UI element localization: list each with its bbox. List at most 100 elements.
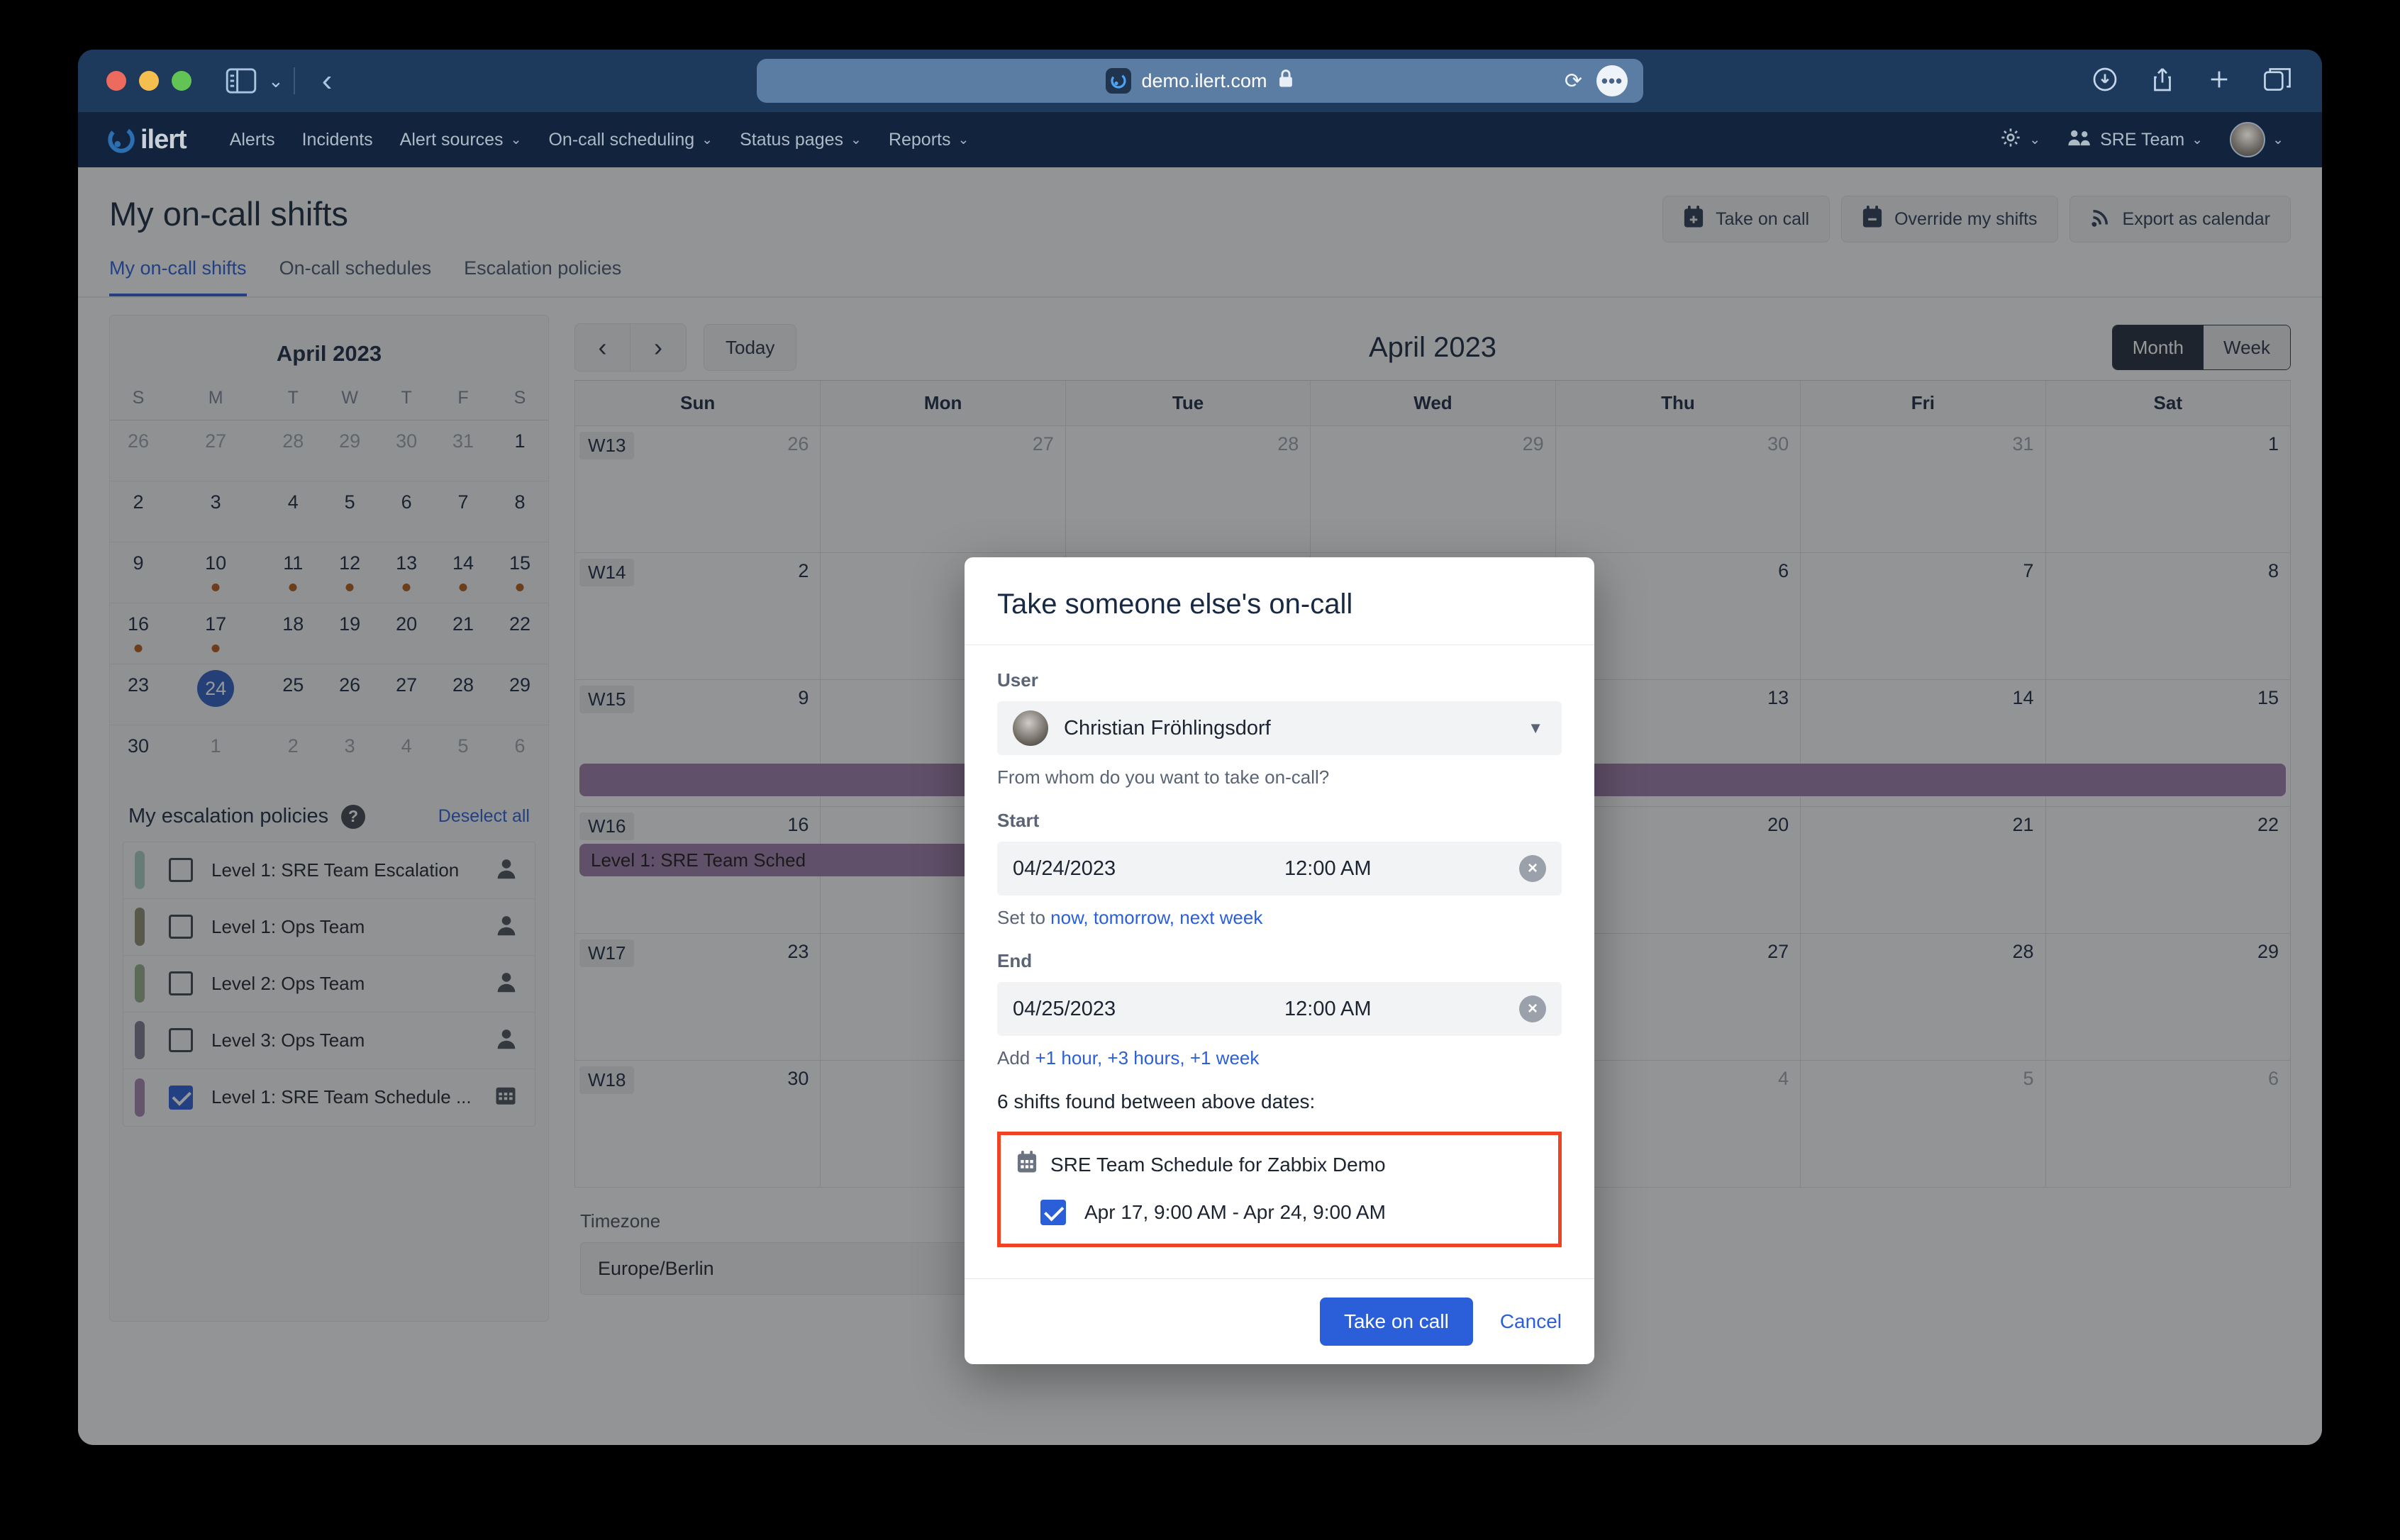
deselect-all-link[interactable]: Deselect all bbox=[438, 806, 530, 827]
calendar-day-cell[interactable]: 28 bbox=[1065, 426, 1310, 552]
nav-item-alert-sources[interactable]: Alert sources ⌄ bbox=[387, 112, 535, 167]
mini-calendar-day[interactable]: 28 bbox=[265, 420, 322, 481]
policy-checkbox[interactable] bbox=[169, 915, 193, 939]
nav-item-incidents[interactable]: Incidents bbox=[289, 112, 387, 167]
team-selector[interactable]: SRE Team ⌄ bbox=[2057, 128, 2213, 152]
chevron-right-icon[interactable]: › bbox=[630, 324, 686, 371]
more-options-icon[interactable]: ••• bbox=[1596, 65, 1628, 96]
policy-checkbox[interactable] bbox=[169, 971, 193, 995]
mini-calendar-day[interactable]: 5 bbox=[321, 481, 379, 542]
settings-menu[interactable]: ⌄ bbox=[1989, 126, 2050, 154]
take-on-call-button[interactable]: Take on call bbox=[1662, 196, 1830, 242]
mini-calendar-day[interactable]: 20 bbox=[378, 603, 435, 664]
back-chevron-icon[interactable]: ‹ bbox=[322, 65, 333, 96]
mini-calendar-day[interactable]: 3 bbox=[321, 725, 379, 786]
mini-calendar-day[interactable]: 22 bbox=[491, 603, 548, 664]
calendar-day-cell[interactable]: 1 bbox=[2045, 426, 2290, 552]
calendar-day-cell[interactable]: 7 bbox=[1800, 553, 2045, 679]
maximize-window-button[interactable] bbox=[172, 71, 191, 91]
tab-overview-icon[interactable] bbox=[2264, 67, 2291, 95]
share-icon[interactable] bbox=[2150, 67, 2174, 96]
mini-calendar-day[interactable]: 28 bbox=[435, 664, 492, 725]
sidebar-toggle-icon[interactable] bbox=[226, 68, 257, 94]
mini-calendar-day[interactable]: 26 bbox=[321, 664, 379, 725]
mini-calendar-day[interactable]: 4 bbox=[265, 481, 322, 542]
mini-calendar-day[interactable]: 17 bbox=[166, 603, 265, 664]
set-tomorrow-link[interactable]: tomorrow, bbox=[1094, 907, 1174, 928]
mini-calendar-day[interactable]: 30 bbox=[110, 725, 167, 786]
mini-calendar-day[interactable]: 2 bbox=[110, 481, 167, 542]
escalation-policy-row[interactable]: Level 2: Ops Team bbox=[123, 956, 535, 1012]
shift-checkbox[interactable] bbox=[1040, 1200, 1066, 1225]
mini-calendar-day[interactable]: 5 bbox=[435, 725, 492, 786]
escalation-policy-row[interactable]: Level 1: SRE Team Schedule ... bbox=[123, 1069, 535, 1126]
end-datetime-input[interactable]: 04/25/2023 12:00 AM × bbox=[997, 982, 1562, 1036]
browser-toolbar-right[interactable] bbox=[2092, 67, 2291, 96]
chevron-left-icon[interactable]: ‹ bbox=[575, 324, 630, 371]
view-week-button[interactable]: Week bbox=[2204, 325, 2290, 369]
calendar-day-cell[interactable]: 28 bbox=[1800, 934, 2045, 1060]
calendar-day-cell[interactable]: 5 bbox=[1800, 1061, 2045, 1187]
address-bar-actions[interactable]: ⟳ ••• bbox=[1565, 65, 1628, 96]
mini-calendar-day[interactable]: 2 bbox=[265, 725, 322, 786]
start-datetime-input[interactable]: 04/24/2023 12:00 AM × bbox=[997, 842, 1562, 895]
add-one-hour-link[interactable]: +1 hour, bbox=[1035, 1047, 1103, 1068]
export-as-calendar-button[interactable]: Export as calendar bbox=[2069, 196, 2291, 242]
mini-calendar-day[interactable]: 3 bbox=[166, 481, 265, 542]
mini-calendar-day[interactable]: 9 bbox=[110, 542, 167, 603]
confirm-take-on-call-button[interactable]: Take on call bbox=[1319, 1298, 1473, 1346]
calendar-day-cell[interactable]: 8 bbox=[2045, 553, 2290, 679]
calendar-day-cell[interactable]: 21 bbox=[1800, 807, 2045, 933]
tab-on-call-schedules[interactable]: On-call schedules bbox=[279, 257, 432, 296]
mini-calendar-day[interactable]: 23 bbox=[110, 664, 167, 725]
escalation-policy-row[interactable]: Level 1: SRE Team Escalation bbox=[123, 842, 535, 899]
mini-calendar-day[interactable]: 24 bbox=[166, 664, 265, 725]
plus-icon[interactable] bbox=[2207, 67, 2231, 95]
mini-calendar-day[interactable]: 27 bbox=[378, 664, 435, 725]
nav-item-status-pages[interactable]: Status pages ⌄ bbox=[726, 112, 875, 167]
policy-checkbox[interactable] bbox=[169, 858, 193, 882]
mini-calendar-day[interactable]: 18 bbox=[265, 603, 322, 664]
escalation-policy-row[interactable]: Level 1: Ops Team bbox=[123, 899, 535, 956]
mini-calendar-day[interactable]: 31 bbox=[435, 420, 492, 481]
override-my-shifts-button[interactable]: Override my shifts bbox=[1841, 196, 2058, 242]
mini-calendar-day[interactable]: 7 bbox=[435, 481, 492, 542]
window-controls[interactable] bbox=[106, 71, 191, 91]
mini-calendar-day[interactable]: 19 bbox=[321, 603, 379, 664]
policy-checkbox[interactable] bbox=[169, 1028, 193, 1052]
today-button[interactable]: Today bbox=[704, 324, 797, 371]
mini-calendar-day[interactable]: 29 bbox=[491, 664, 548, 725]
help-question-icon[interactable]: ? bbox=[341, 804, 366, 829]
nav-item-alerts[interactable]: Alerts bbox=[216, 112, 289, 167]
nav-item-reports[interactable]: Reports ⌄ bbox=[875, 112, 982, 167]
nav-item-on-call-scheduling[interactable]: On-call scheduling ⌄ bbox=[535, 112, 726, 167]
escalation-policy-row[interactable]: Level 3: Ops Team bbox=[123, 1012, 535, 1069]
mini-calendar-day[interactable]: 21 bbox=[435, 603, 492, 664]
close-window-button[interactable] bbox=[106, 71, 126, 91]
calendar-day-cell[interactable]: 29 bbox=[1310, 426, 1555, 552]
clear-start-icon[interactable]: × bbox=[1519, 855, 1546, 882]
mini-calendar-day[interactable]: 10 bbox=[166, 542, 265, 603]
view-month-button[interactable]: Month bbox=[2112, 325, 2204, 369]
calendar-day-cell[interactable]: 22 bbox=[2045, 807, 2290, 933]
calendar-day-cell[interactable]: 27 bbox=[820, 426, 1065, 552]
minimize-window-button[interactable] bbox=[139, 71, 159, 91]
mini-calendar-day[interactable]: 6 bbox=[378, 481, 435, 542]
download-icon[interactable] bbox=[2092, 67, 2118, 96]
mini-calendar-day[interactable]: 16 bbox=[110, 603, 167, 664]
shift-row[interactable]: Apr 17, 9:00 AM - Apr 24, 9:00 AM bbox=[1040, 1200, 1543, 1225]
tab-my-on-call-shifts[interactable]: My on-call shifts bbox=[109, 257, 247, 296]
tab-escalation-policies[interactable]: Escalation policies bbox=[464, 257, 621, 296]
policy-checkbox[interactable] bbox=[169, 1085, 193, 1110]
brand-logo[interactable]: ilert bbox=[106, 125, 187, 155]
set-next-week-link[interactable]: next week bbox=[1179, 907, 1262, 928]
mini-calendar-day[interactable]: 29 bbox=[321, 420, 379, 481]
user-select[interactable]: Christian Fröhlingsdorf ▼ bbox=[997, 701, 1562, 755]
mini-calendar-day[interactable]: 26 bbox=[110, 420, 167, 481]
calendar-day-cell[interactable]: 31 bbox=[1800, 426, 2045, 552]
calendar-day-cell[interactable]: 30 bbox=[1555, 426, 1800, 552]
mini-calendar-day[interactable]: 11 bbox=[265, 542, 322, 603]
address-bar[interactable]: demo.ilert.com ⟳ ••• bbox=[757, 59, 1643, 103]
mini-calendar-day[interactable]: 27 bbox=[166, 420, 265, 481]
mini-calendar-day[interactable]: 1 bbox=[166, 725, 265, 786]
